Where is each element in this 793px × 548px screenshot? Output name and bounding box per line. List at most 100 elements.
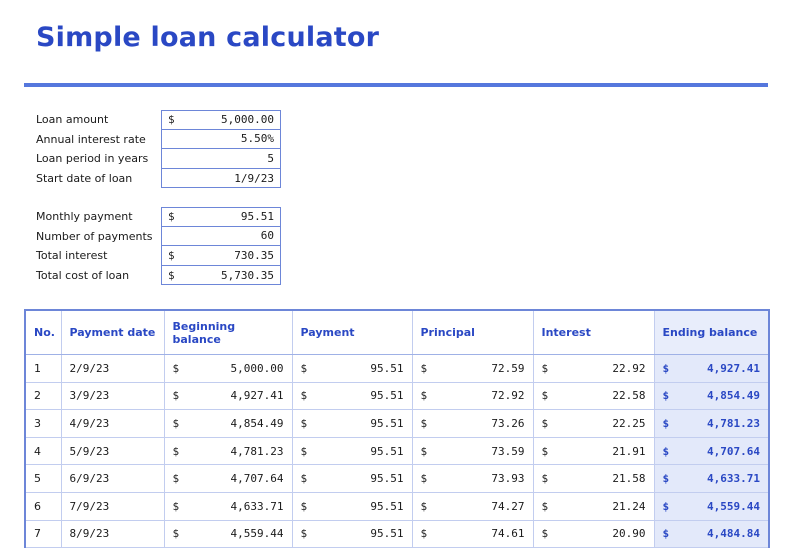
payment-cell[interactable]: $95.51	[291, 492, 412, 521]
ending-balance-cell[interactable]: $4,854.49	[653, 382, 770, 411]
payment-date-cell[interactable]: 2/9/23	[60, 354, 164, 383]
ending-balance-cell[interactable]: $4,484.84	[653, 520, 770, 548]
payment-date-cell[interactable]: 8/9/23	[60, 520, 164, 548]
interest-cell[interactable]: $22.92	[532, 354, 654, 383]
payment-cell[interactable]: $95.51	[291, 464, 412, 493]
payment-date-cell[interactable]: 5/9/23	[60, 437, 164, 466]
currency-symbol: $	[172, 472, 180, 486]
payment-number-cell[interactable]: 5	[24, 464, 61, 493]
ending-balance-cell[interactable]: $4,633.71	[653, 464, 770, 493]
interest-cell[interactable]: $21.58	[532, 464, 654, 493]
loan-summary: Monthly payment $95.51 Number of payments 6…	[36, 207, 281, 286]
summary-row: Monthly payment $95.51	[36, 207, 281, 227]
column-header-ending-balance: Ending balance	[653, 309, 770, 355]
monthly-payment-field[interactable]: $95.51	[161, 207, 281, 227]
currency-symbol: $	[541, 444, 549, 458]
currency-symbol: $	[662, 389, 670, 403]
principal-cell[interactable]: $73.26	[411, 409, 533, 438]
beginning-balance-cell[interactable]: $4,559.44	[163, 520, 292, 548]
beginning-balance-cell[interactable]: $4,707.64	[163, 464, 292, 493]
payment-cell[interactable]: $95.51	[291, 382, 412, 411]
payment-number-cell[interactable]: 3	[24, 409, 61, 438]
payment-cell[interactable]: $95.51	[291, 520, 412, 548]
ending-balance-value: 4,559.44	[707, 499, 760, 513]
currency-symbol: $	[168, 248, 175, 262]
annual-interest-rate-label: Annual interest rate	[36, 132, 146, 146]
payment-date-cell[interactable]: 6/9/23	[60, 464, 164, 493]
start-date-of-loan-field[interactable]: 1/9/23	[161, 168, 281, 189]
summary-row: Number of payments 60	[36, 226, 281, 247]
loan-period-in-years-field[interactable]: 5	[161, 149, 281, 169]
payment-number-cell[interactable]: 4	[24, 437, 61, 466]
interest-cell[interactable]: $21.24	[532, 492, 654, 521]
annual-interest-rate-value: 5.50%	[240, 132, 274, 146]
currency-symbol: $	[168, 268, 175, 282]
loan-amount-field[interactable]: $5,000.00	[161, 110, 281, 130]
monthly-payment-value: 95.51	[240, 210, 274, 224]
payment-value: 95.51	[370, 499, 404, 513]
payment-number-cell[interactable]: 6	[24, 492, 61, 521]
interest-cell[interactable]: $22.25	[532, 409, 654, 438]
ending-balance-value: 4,781.23	[707, 416, 760, 430]
principal-value: 74.61	[491, 527, 525, 541]
input-row: Loan period in years 5	[36, 149, 281, 169]
payment-cell[interactable]: $95.51	[291, 409, 412, 438]
payment-cell[interactable]: $95.51	[291, 437, 412, 466]
total-cost-of-loan-field[interactable]: $5,730.35	[161, 265, 281, 286]
total-interest-value: 730.35	[234, 248, 274, 262]
beginning-balance-cell[interactable]: $4,781.23	[163, 437, 292, 466]
interest-cell[interactable]: $21.91	[532, 437, 654, 466]
currency-symbol: $	[420, 389, 428, 403]
ending-balance-value: 4,854.49	[707, 389, 760, 403]
annual-interest-rate-field[interactable]: 5.50%	[161, 129, 281, 150]
payment-cell[interactable]: $95.51	[291, 354, 412, 383]
ending-balance-cell[interactable]: $4,781.23	[653, 409, 770, 438]
interest-value: 21.24	[612, 499, 646, 513]
beginning-balance-value: 4,854.49	[230, 416, 284, 430]
currency-symbol: $	[662, 527, 670, 541]
column-header-principal: Principal	[411, 309, 533, 355]
currency-symbol: $	[168, 210, 175, 224]
interest-cell[interactable]: $20.90	[532, 520, 654, 548]
currency-symbol: $	[420, 472, 428, 486]
beginning-balance-cell[interactable]: $4,854.49	[163, 409, 292, 438]
principal-cell[interactable]: $74.27	[411, 492, 533, 521]
beginning-balance-cell[interactable]: $5,000.00	[163, 354, 292, 383]
payment-date-cell[interactable]: 4/9/23	[60, 409, 164, 438]
beginning-balance-value: 4,781.23	[230, 444, 284, 458]
number-of-payments-field[interactable]: 60	[161, 226, 281, 247]
payment-number-cell[interactable]: 2	[24, 382, 61, 411]
ending-balance-cell[interactable]: $4,707.64	[653, 437, 770, 466]
beginning-balance-cell[interactable]: $4,633.71	[163, 492, 292, 521]
payment-value: 95.51	[370, 416, 404, 430]
currency-symbol: $	[662, 416, 670, 430]
total-interest-label: Total interest	[36, 249, 108, 263]
ending-balance-cell[interactable]: $4,927.41	[653, 354, 770, 383]
start-date-of-loan-label: Start date of loan	[36, 172, 133, 186]
payment-number-cell[interactable]: 1	[24, 354, 61, 383]
interest-cell[interactable]: $22.58	[532, 382, 654, 411]
ending-balance-cell[interactable]: $4,559.44	[653, 492, 770, 521]
principal-cell[interactable]: $73.93	[411, 464, 533, 493]
interest-value: 22.92	[612, 361, 646, 375]
principal-cell[interactable]: $74.61	[411, 520, 533, 548]
currency-symbol: $	[541, 361, 549, 375]
payment-number-cell[interactable]: 7	[24, 520, 61, 548]
principal-cell[interactable]: $72.59	[411, 354, 533, 383]
summary-row: Total interest $730.35	[36, 246, 281, 266]
beginning-balance-cell[interactable]: $4,927.41	[163, 382, 292, 411]
title-divider	[24, 83, 768, 87]
currency-symbol: $	[172, 361, 180, 375]
principal-cell[interactable]: $72.92	[411, 382, 533, 411]
payment-value: 95.51	[370, 472, 404, 486]
principal-cell[interactable]: $73.59	[411, 437, 533, 466]
payment-date-cell[interactable]: 3/9/23	[60, 382, 164, 411]
total-interest-field[interactable]: $730.35	[161, 246, 281, 266]
table-row: 5 6/9/23 $4,707.64 $95.51 $73.93 $21.58 $4,633…	[24, 464, 770, 493]
loan-amount-value: 5,000.00	[221, 113, 274, 127]
ending-balance-value: 4,633.71	[707, 472, 760, 486]
payment-value: 95.51	[370, 389, 404, 403]
principal-value: 73.93	[491, 472, 525, 486]
payment-date-cell[interactable]: 7/9/23	[60, 492, 164, 521]
number-of-payments-value: 60	[260, 229, 274, 243]
